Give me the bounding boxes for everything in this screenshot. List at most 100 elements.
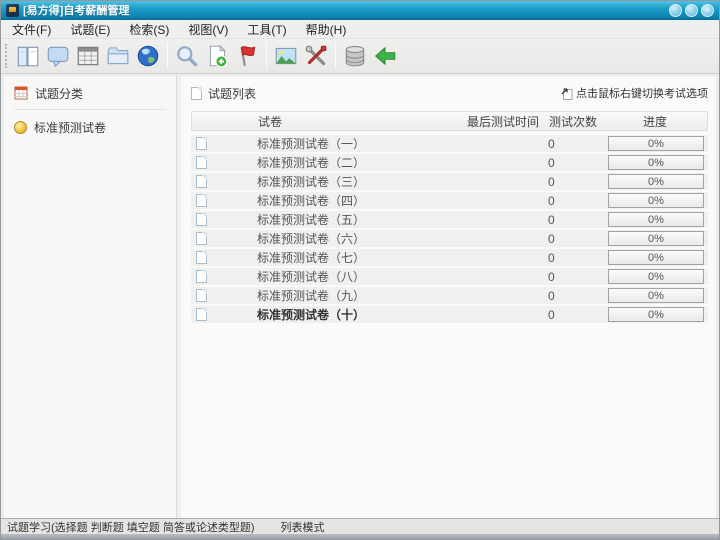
table-row[interactable]: 标准预测试卷（八） 0 0% <box>191 268 708 285</box>
paper-table: 试卷 最后测试时间 测试次数 进度 标准预测试卷（一） 0 0% 标准预测试卷（… <box>191 111 708 325</box>
calendar-icon[interactable] <box>73 41 103 71</box>
comment-icon[interactable] <box>43 41 73 71</box>
database-icon[interactable] <box>340 41 370 71</box>
sidebar-header: 试题分类 <box>14 85 176 101</box>
open-book-icon[interactable] <box>13 41 43 71</box>
list-title: 试题列表 <box>208 86 257 101</box>
test-count: 0 <box>548 307 555 322</box>
paper-name: 标准预测试卷（七） <box>257 251 366 265</box>
folder-icon[interactable] <box>103 41 133 71</box>
tools-icon[interactable] <box>301 41 331 71</box>
sidebar-separator <box>14 109 166 110</box>
column-progress: 进度 <box>642 114 667 129</box>
right-click-hint[interactable]: 点击鼠标右键切换考试选项 <box>561 85 708 101</box>
progress-bar: 0% <box>608 155 704 170</box>
menu-view[interactable]: 视图(V) <box>188 21 228 38</box>
status-bar: 试题学习(选择题 判断题 填空题 简答或论述类型题) 列表模式 <box>1 518 719 534</box>
paper-name: 标准预测试卷（十） <box>257 308 366 322</box>
window-title: [易方得]自考薪酬管理 <box>23 5 130 17</box>
list-header: 试题列表 点击鼠标右键切换考试选项 <box>191 84 708 102</box>
toolbar-separator <box>167 43 168 69</box>
menu-questions[interactable]: 试题(E) <box>70 21 110 38</box>
progress-bar: 0% <box>608 193 704 208</box>
test-count: 0 <box>548 155 555 170</box>
flag-icon[interactable] <box>232 41 262 71</box>
image-icon[interactable] <box>271 41 301 71</box>
column-test-count: 测试次数 <box>548 114 597 129</box>
table-row[interactable]: 标准预测试卷（四） 0 0% <box>191 192 708 209</box>
paper-name: 标准预测试卷（五） <box>257 213 366 227</box>
test-count: 0 <box>548 288 555 303</box>
window-bottom-edge <box>1 534 719 539</box>
menu-file[interactable]: 文件(F) <box>12 21 51 38</box>
progress-bar: 0% <box>608 250 704 265</box>
table-row[interactable]: 标准预测试卷（三） 0 0% <box>191 173 708 190</box>
list-page-icon <box>191 86 202 100</box>
table-header-row: 试卷 最后测试时间 测试次数 进度 <box>191 111 708 131</box>
table-row[interactable]: 标准预测试卷（一） 0 0% <box>191 135 708 152</box>
paper-name: 标准预测试卷（九） <box>257 289 366 303</box>
test-count: 0 <box>548 250 555 265</box>
page-icon <box>196 308 207 321</box>
page-icon <box>196 289 207 302</box>
progress-bar: 0% <box>608 212 704 227</box>
column-paper: 试卷 <box>258 114 283 129</box>
page-icon <box>196 251 207 264</box>
sidebar-item-standard-papers[interactable]: 标准预测试卷 <box>14 119 176 135</box>
paper-name: 标准预测试卷（六） <box>257 232 366 246</box>
hint-label: 点击鼠标右键切换考试选项 <box>576 88 708 100</box>
test-count: 0 <box>548 174 555 189</box>
progress-bar: 0% <box>608 231 704 246</box>
table-row[interactable]: 标准预测试卷（二） 0 0% <box>191 154 708 171</box>
test-count: 0 <box>548 136 555 151</box>
test-count: 0 <box>548 212 555 227</box>
hint-page-arrow-icon <box>561 87 573 100</box>
table-row[interactable]: 标准预测试卷（五） 0 0% <box>191 211 708 228</box>
toolbar <box>1 39 719 74</box>
page-icon <box>196 156 207 169</box>
minimize-button[interactable]: ─ <box>669 3 682 17</box>
paper-name: 标准预测试卷（二） <box>257 156 366 170</box>
status-study-modes: 试题学习(选择题 判断题 填空题 简答或论述类型题) <box>7 521 255 534</box>
title-bar: [易方得]自考薪酬管理 ─ ▫ ✕ <box>1 1 719 20</box>
paper-name: 标准预测试卷（四） <box>257 194 366 208</box>
sidebar-header-label: 试题分类 <box>35 86 84 101</box>
maximize-button[interactable]: ▫ <box>685 3 698 17</box>
menu-bar: 文件(F) 试题(E) 检索(S) 视图(V) 工具(T) 帮助(H) <box>1 20 719 39</box>
close-button[interactable]: ✕ <box>701 3 714 17</box>
app-icon <box>6 3 19 17</box>
globe-icon[interactable] <box>133 41 163 71</box>
search-icon[interactable] <box>172 41 202 71</box>
menu-help[interactable]: 帮助(H) <box>306 21 347 38</box>
table-row[interactable]: 标准预测试卷（六） 0 0% <box>191 230 708 247</box>
page-icon <box>196 194 207 207</box>
menu-tools[interactable]: 工具(T) <box>247 21 286 38</box>
test-count: 0 <box>548 231 555 246</box>
page-icon <box>196 137 207 150</box>
add-page-icon[interactable] <box>202 41 232 71</box>
progress-bar: 0% <box>608 307 704 322</box>
back-arrow-icon[interactable] <box>370 41 400 71</box>
menu-search[interactable]: 检索(S) <box>129 21 169 38</box>
paper-list-panel: 试题列表 点击鼠标右键切换考试选项 试卷 最后测试时间 测试次数 进度 标准预测… <box>181 76 716 518</box>
toolbar-grip[interactable] <box>5 44 9 68</box>
gem-icon <box>14 120 27 134</box>
table-row[interactable]: 标准预测试卷（九） 0 0% <box>191 287 708 304</box>
toolbar-separator <box>266 43 267 69</box>
test-count: 0 <box>548 269 555 284</box>
progress-bar: 0% <box>608 269 704 284</box>
test-count: 0 <box>548 193 555 208</box>
column-last-test-time: 最后测试时间 <box>466 114 539 129</box>
paper-name: 标准预测试卷（三） <box>257 175 366 189</box>
toolbar-separator <box>335 43 336 69</box>
paper-name: 标准预测试卷（八） <box>257 270 366 284</box>
category-calendar-icon <box>14 86 28 100</box>
progress-bar: 0% <box>608 136 704 151</box>
content-area: 试题分类 标准预测试卷 试题列表 点击鼠标右键切换考试选项 试卷 最后测试时间 … <box>1 74 719 518</box>
category-sidebar: 试题分类 标准预测试卷 <box>4 76 176 518</box>
table-row[interactable]: 标准预测试卷（七） 0 0% <box>191 249 708 266</box>
page-icon <box>196 213 207 226</box>
status-view-mode: 列表模式 <box>280 521 325 534</box>
table-row-selected[interactable]: 标准预测试卷（十） 0 0% <box>191 306 708 323</box>
window-controls: ─ ▫ ✕ <box>669 3 714 17</box>
